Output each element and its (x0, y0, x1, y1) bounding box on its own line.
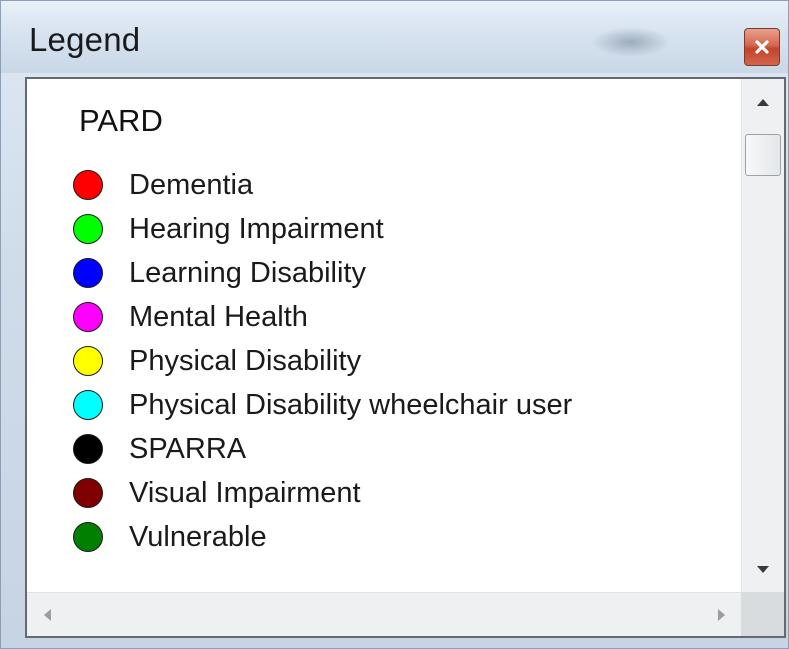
arrow-left-icon (43, 608, 51, 621)
legend-panel: PARD Dementia Hearing Impairment Learning … (25, 77, 786, 638)
legend-window: Legend PARD Dementia Hearing Impairment Le… (0, 0, 789, 649)
scroll-down-button[interactable] (742, 546, 784, 592)
vertical-scroll-thumb[interactable] (745, 134, 781, 176)
close-icon (755, 40, 769, 54)
scroll-up-button[interactable] (742, 79, 784, 125)
legend-item-label: Visual Impairment (129, 476, 361, 509)
legend-list: Dementia Hearing Impairment Learning Disab… (73, 163, 572, 559)
legend-swatch-icon (73, 258, 103, 288)
title-bar-glare (591, 27, 671, 57)
scrollbar-corner (741, 592, 784, 636)
legend-swatch-icon (73, 170, 103, 200)
legend-item: Vulnerable (73, 515, 572, 559)
legend-swatch-icon (73, 214, 103, 244)
legend-item-label: SPARRA (129, 432, 247, 465)
horizontal-scrollbar[interactable] (27, 592, 741, 636)
legend-swatch-icon (73, 478, 103, 508)
window-title: Legend (29, 21, 141, 58)
legend-item: Physical Disability (73, 339, 572, 383)
legend-item-label: Mental Health (129, 300, 308, 333)
title-bar[interactable]: Legend (1, 1, 788, 73)
scroll-left-button[interactable] (27, 593, 67, 636)
legend-item: Visual Impairment (73, 471, 572, 515)
arrow-right-icon (717, 608, 725, 621)
legend-swatch-icon (73, 390, 103, 420)
legend-item: Dementia (73, 163, 572, 207)
legend-swatch-icon (73, 434, 103, 464)
arrow-down-icon (757, 565, 769, 573)
legend-item: Mental Health (73, 295, 572, 339)
legend-group-title: PARD (79, 103, 163, 138)
legend-item: Learning Disability (73, 251, 572, 295)
legend-item-label: Physical Disability (129, 344, 362, 377)
legend-item-label: Hearing Impairment (129, 212, 384, 245)
close-button[interactable] (744, 28, 780, 66)
legend-item: Physical Disability wheelchair user (73, 383, 572, 427)
legend-item-label: Learning Disability (129, 256, 366, 289)
legend-swatch-icon (73, 522, 103, 552)
vertical-scrollbar[interactable] (741, 79, 784, 592)
legend-item: SPARRA (73, 427, 572, 471)
legend-item-label: Vulnerable (129, 520, 267, 553)
legend-item-label: Dementia (129, 168, 254, 201)
legend-item: Hearing Impairment (73, 207, 572, 251)
legend-content: PARD Dementia Hearing Impairment Learning … (27, 79, 741, 592)
legend-item-label: Physical Disability wheelchair user (129, 388, 573, 421)
legend-swatch-icon (73, 302, 103, 332)
arrow-up-icon (757, 98, 769, 106)
legend-swatch-icon (73, 346, 103, 376)
scroll-right-button[interactable] (701, 593, 741, 636)
